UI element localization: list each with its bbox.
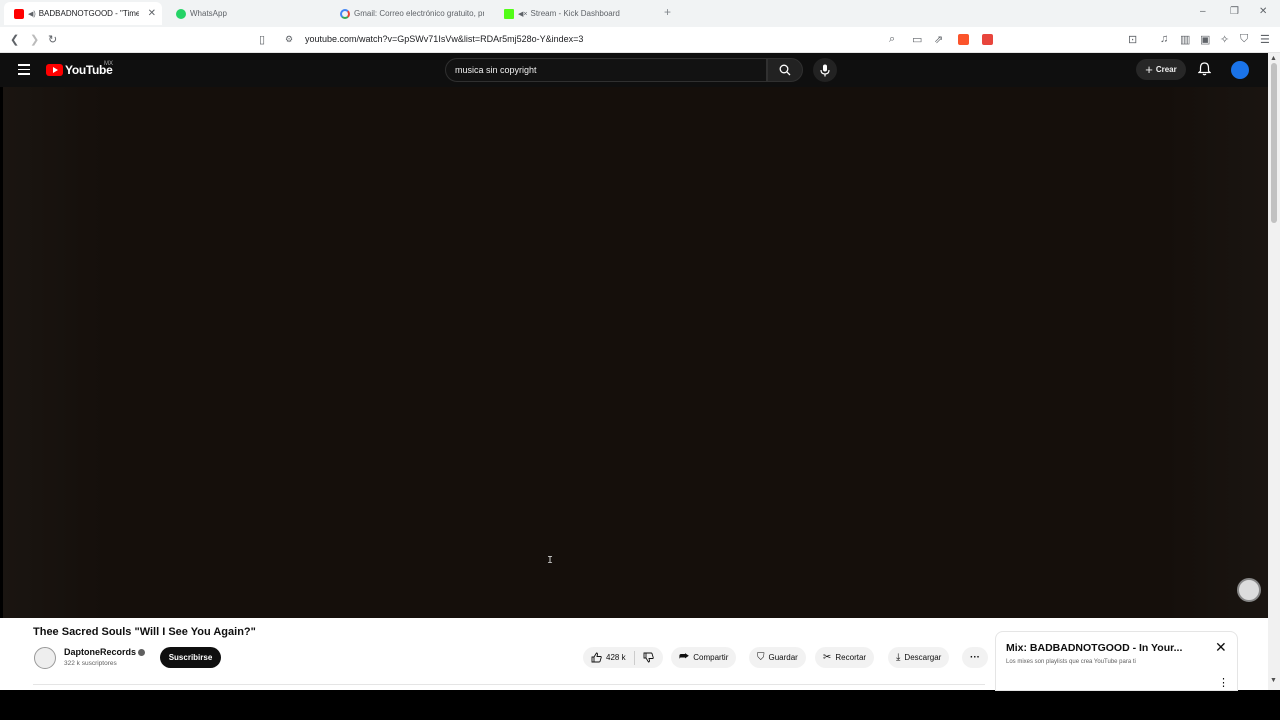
youtube-logo[interactable]: YouTube xyxy=(46,63,113,77)
share-label: Compartir xyxy=(693,653,729,662)
video-player[interactable]: I xyxy=(3,87,1268,618)
more-vertical-icon[interactable]: ⋮ xyxy=(1218,676,1229,689)
notifications-bell-icon[interactable] xyxy=(1198,62,1211,76)
google-icon xyxy=(340,8,350,19)
scroll-up-icon[interactable]: ▲ xyxy=(1270,55,1277,62)
address-bar[interactable]: youtube.com/watch?v=GpSWv71IsVw&list=RDA… xyxy=(305,34,583,44)
microphone-icon xyxy=(820,64,830,76)
mix-playlist-panel: Mix: BADBADNOTGOOD - In Your... Los mixe… xyxy=(995,631,1238,691)
mix-subtitle: Los mixes son playlists que crea YouTube… xyxy=(1006,659,1136,665)
maximize-icon[interactable]: ❐ xyxy=(1230,6,1239,17)
search-input[interactable]: musica sin copyright xyxy=(445,58,767,82)
clip-label: Recortar xyxy=(835,653,867,662)
region-code: MX xyxy=(104,61,113,67)
like-button[interactable]: 428 k xyxy=(591,652,626,663)
site-settings-icon[interactable]: ⚙ xyxy=(285,34,293,45)
channel-name-text: DaptoneRecords xyxy=(64,647,137,657)
search-value: musica sin copyright xyxy=(455,65,537,75)
youtube-icon xyxy=(14,8,24,19)
tab-search-icon[interactable]: ⊡ xyxy=(1128,33,1137,46)
tab-label: Stream - Kick Dashboard xyxy=(530,9,620,18)
scissors-icon: ✂ xyxy=(823,652,832,663)
forward-icon[interactable]: ❯ xyxy=(30,33,39,46)
share-page-icon[interactable]: ⇗ xyxy=(934,33,943,46)
youtube-header: YouTube MX musica sin copyright + Crear xyxy=(0,53,1268,87)
clip-button[interactable]: ✂ Recortar xyxy=(815,647,875,668)
share-button[interactable]: ⮫ Compartir xyxy=(671,647,737,668)
bookmark-save-icon: ⛉ xyxy=(757,652,765,663)
tab-kick[interactable]: ◀× Stream - Kick Dashboard xyxy=(494,2,654,25)
download-label: Descargar xyxy=(904,653,942,662)
youtube-play-icon xyxy=(46,64,63,76)
brave-rewards-icon[interactable] xyxy=(982,34,993,45)
zoom-icon[interactable]: ⌕ xyxy=(889,33,895,46)
minimize-icon[interactable]: – xyxy=(1200,6,1206,17)
search-icon xyxy=(779,64,791,76)
video-details: Thee Sacred Souls "Will I See You Again?… xyxy=(0,618,1268,691)
thumbs-up-icon xyxy=(591,652,602,663)
wallet-icon[interactable]: ▣ xyxy=(1200,33,1210,46)
leo-icon[interactable]: ✧ xyxy=(1220,33,1229,46)
close-icon[interactable]: ✕ xyxy=(1215,639,1227,656)
tab-label: WhatsApp xyxy=(190,9,227,18)
plus-icon: + xyxy=(1145,62,1153,77)
brave-shields-icon[interactable] xyxy=(958,34,969,45)
mix-title[interactable]: Mix: BADBADNOTGOOD - In Your... xyxy=(1006,642,1182,654)
tab-gmail[interactable]: Gmail: Correo electrónico gratuito, pr xyxy=(330,2,488,25)
sidebar-icon[interactable]: ▥ xyxy=(1180,33,1190,46)
browser-toolbar: ❮ ❯ ↻ ▯ ⚙ youtube.com/watch?v=GpSWv71IsV… xyxy=(0,27,1280,53)
like-divider xyxy=(633,650,635,665)
tab-youtube[interactable]: ◀) BADBADNOTGOOD - "Time M ✕ xyxy=(4,2,162,25)
speaker-icon: ◀) xyxy=(28,10,36,18)
tab-label: BADBADNOTGOOD - "Time M xyxy=(38,9,139,18)
menu-icon[interactable]: ☰ xyxy=(1260,33,1270,46)
muted-icon: ◀× xyxy=(518,10,528,18)
thumbs-down-icon[interactable] xyxy=(643,652,654,663)
reload-icon[interactable]: ↻ xyxy=(48,33,57,46)
bookmark-icon[interactable]: ▯ xyxy=(259,33,265,46)
hamburger-menu-icon[interactable] xyxy=(18,64,30,75)
video-frame xyxy=(3,87,1268,618)
voice-search-button[interactable] xyxy=(813,58,837,82)
more-horizontal-icon: ··· xyxy=(970,652,980,663)
vpn-icon[interactable]: ⛉ xyxy=(1240,33,1248,46)
cast-icon[interactable]: ▭ xyxy=(912,33,922,46)
channel-name[interactable]: DaptoneRecords xyxy=(64,647,146,657)
media-icon[interactable]: ♫ xyxy=(1160,33,1168,45)
save-button[interactable]: ⛉ Guardar xyxy=(749,647,806,668)
text-cursor-icon: I xyxy=(547,555,554,566)
video-title: Thee Sacred Souls "Will I See You Again?… xyxy=(33,626,256,638)
tab-whatsapp[interactable]: WhatsApp xyxy=(166,2,326,25)
like-count: 428 k xyxy=(606,653,626,662)
more-actions-button[interactable]: ··· xyxy=(962,647,988,668)
scroll-down-icon[interactable]: ▼ xyxy=(1270,677,1277,684)
page-scrollbar[interactable]: ▲ ▼ xyxy=(1268,53,1280,690)
channel-avatar[interactable] xyxy=(34,647,56,669)
like-dislike-group: 428 k xyxy=(583,647,663,668)
close-tab-icon[interactable]: ✕ xyxy=(148,8,156,19)
scrollbar-thumb[interactable] xyxy=(1271,63,1277,223)
tab-label: Gmail: Correo electrónico gratuito, pr xyxy=(354,9,484,18)
create-button[interactable]: + Crear xyxy=(1136,59,1186,80)
subscribe-button[interactable]: Suscribirse xyxy=(160,647,221,668)
kick-icon xyxy=(504,8,514,19)
share-icon: ⮫ xyxy=(679,651,690,663)
search-button[interactable] xyxy=(767,58,803,82)
create-label: Crear xyxy=(1155,65,1177,74)
back-icon[interactable]: ❮ xyxy=(10,33,19,46)
verified-icon xyxy=(138,649,146,657)
account-avatar[interactable] xyxy=(1231,61,1249,79)
whatsapp-icon xyxy=(176,8,186,19)
save-label: Guardar xyxy=(768,653,798,662)
browser-tab-strip: ◀) BADBADNOTGOOD - "Time M ✕ WhatsApp Gm… xyxy=(0,0,1280,27)
section-divider xyxy=(33,684,985,685)
download-icon: ⤓ xyxy=(896,652,901,663)
download-button[interactable]: ⤓ Descargar xyxy=(888,647,950,668)
subscriber-count: 322 k suscriptores xyxy=(64,660,117,667)
new-tab-icon[interactable]: + xyxy=(664,5,671,19)
window-close-icon[interactable]: ✕ xyxy=(1259,6,1267,17)
channel-watermark[interactable] xyxy=(1237,578,1261,602)
